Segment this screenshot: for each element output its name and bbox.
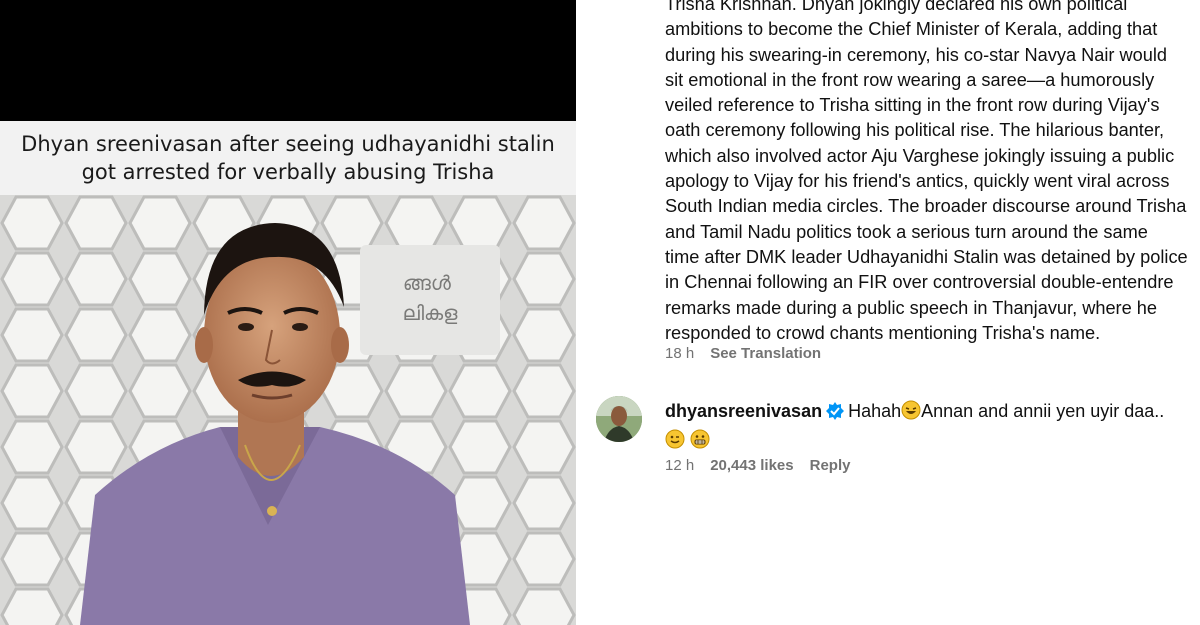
comment-username[interactable]: dhyansreenivasan <box>665 401 822 421</box>
post-time: 18 h <box>665 345 695 362</box>
reply-button[interactable]: Reply <box>810 457 851 474</box>
comment-text-part1: Hahah <box>848 401 902 421</box>
comment-time: 12 h <box>665 457 695 474</box>
meme-image-panel: Dhyan sreenivasan after seeing udhayanid… <box>0 0 576 625</box>
comment-meta: 12 h 20,443 likes Reply <box>665 457 850 474</box>
rolling-laughing-emoji-icon <box>901 400 921 427</box>
meme-caption-text: Dhyan sreenivasan after seeing udhayanid… <box>21 132 555 184</box>
avatar[interactable] <box>596 396 642 442</box>
comment-likes[interactable]: 20,443 likes <box>710 457 793 474</box>
grimacing-emoji-icon <box>690 429 710 456</box>
see-translation-button[interactable]: See Translation <box>710 345 821 362</box>
verified-badge-icon <box>826 401 845 427</box>
background-sign-text-line2: ലികള <box>403 301 459 325</box>
post-meta: 18 h See Translation <box>665 345 821 362</box>
meme-photo: ങ്ങൾ ലികള <box>0 195 576 625</box>
instagram-post-panel: Trisha Krishnan. Dhyan jokingly declared… <box>576 0 1200 625</box>
avatar-photo <box>596 396 642 442</box>
comment-text-part2: Annan and annii yen uyir daa.. <box>921 401 1165 421</box>
comment: dhyansreenivasan Hahah Annan and annii yen… <box>665 398 1185 456</box>
meme-caption: Dhyan sreenivasan after seeing udhayanid… <box>0 121 576 195</box>
post-caption: Trisha Krishnan. Dhyan jokingly declared… <box>665 0 1188 343</box>
winking-emoji-icon <box>665 429 685 456</box>
